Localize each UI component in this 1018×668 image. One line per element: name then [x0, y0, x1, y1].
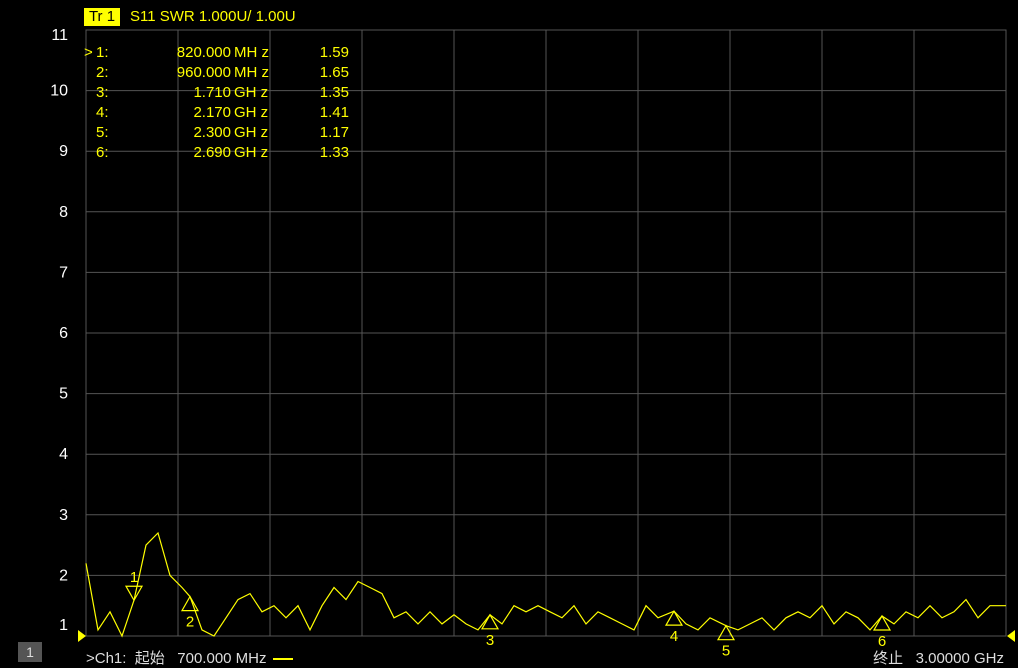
marker-id: 5: — [96, 124, 109, 141]
sweep-start-text: >Ch1: 起始 700.000 MHz — [86, 650, 267, 667]
marker-value: 1.65 — [319, 64, 349, 81]
marker-id: 6: — [96, 144, 109, 161]
y-tick-label: 8 — [59, 204, 68, 221]
marker-id: 1: — [96, 44, 109, 61]
marker-label: 1 — [130, 569, 138, 586]
y-tick-label: 1 — [59, 617, 68, 634]
channel-indicator[interactable]: 1 — [18, 642, 42, 662]
marker-row[interactable]: 2: 960.000 MH z 1.65 — [84, 63, 364, 83]
marker-value: 1.35 — [319, 84, 349, 101]
marker-row[interactable]: 3: 1.710 GH z 1.35 — [84, 83, 364, 103]
y-tick-label: 5 — [59, 386, 68, 403]
marker-table: > 1: 820.000 MH z 1.59 2: 960.000 MH z 1… — [84, 43, 364, 163]
marker-value: 1.33 — [319, 144, 349, 161]
left-edge-marker-icon — [78, 630, 86, 642]
sweep-start[interactable]: >Ch1: 起始 700.000 MHz — [86, 647, 293, 668]
marker-label: 3 — [486, 632, 494, 649]
marker-frequency: 1.710 — [193, 84, 231, 101]
marker-id: 3: — [96, 84, 109, 101]
marker-value: 1.17 — [319, 124, 349, 141]
marker-value: 1.59 — [319, 44, 349, 61]
y-tick-labels: 1 2 3 4 5 6 7 8 9 10 11 — [50, 27, 68, 634]
y-tick-label: 7 — [59, 264, 68, 281]
y-tick-label: 3 — [59, 507, 68, 524]
marker-row[interactable]: 5: 2.300 GH z 1.17 — [84, 123, 364, 143]
marker-unit: GH z — [234, 124, 269, 141]
marker-row[interactable]: 4: 2.170 GH z 1.41 — [84, 103, 364, 123]
marker-id: 4: — [96, 104, 109, 121]
marker-unit: GH z — [234, 84, 269, 101]
marker-value: 1.41 — [319, 104, 349, 121]
marker-row[interactable]: 6: 2.690 GH z 1.33 — [84, 143, 364, 163]
sweep-stop[interactable]: 终止 3.00000 GHz — [873, 647, 1004, 668]
y-tick-label: 9 — [59, 143, 68, 160]
marker-label: 4 — [670, 628, 678, 645]
marker-unit: MH z — [234, 64, 269, 81]
right-edge-marker-icon — [1007, 630, 1015, 642]
marker-label: 5 — [722, 643, 730, 660]
marker-triangle — [180, 595, 200, 612]
marker-frequency: 2.690 — [193, 144, 231, 161]
marker-frequency: 2.170 — [193, 104, 231, 121]
marker-frequency: 2.300 — [193, 124, 231, 141]
y-tick-label: 10 — [50, 83, 68, 100]
trace-title[interactable]: S11 SWR 1.000U/ 1.00U — [130, 8, 296, 26]
marker-unit: GH z — [234, 104, 269, 121]
marker-row[interactable]: > 1: 820.000 MH z 1.59 — [84, 43, 364, 63]
trace-line-icon — [272, 658, 293, 661]
y-tick-label: 6 — [59, 325, 68, 342]
marker-frequency: 820.000 — [176, 44, 231, 61]
y-tick-label: 4 — [59, 446, 68, 463]
marker-unit: MH z — [234, 44, 269, 61]
trace-badge[interactable]: Tr 1 — [84, 8, 120, 26]
marker-active-indicator: > — [84, 44, 93, 61]
marker-label: 2 — [186, 614, 194, 631]
marker-id: 2: — [96, 64, 109, 81]
marker-frequency: 960.000 — [176, 64, 231, 81]
y-tick-label: 11 — [51, 27, 68, 44]
marker-unit: GH z — [234, 144, 269, 161]
y-tick-label: 2 — [59, 567, 68, 584]
